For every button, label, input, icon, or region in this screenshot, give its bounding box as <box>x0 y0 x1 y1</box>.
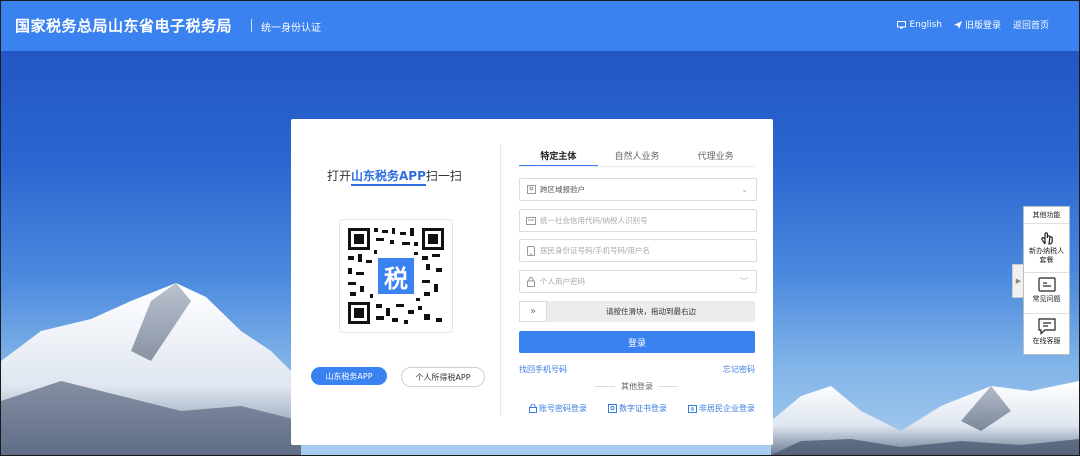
login-button[interactable]: 登录 <box>519 331 755 353</box>
tax-id-input[interactable]: 统一社会信用代码/纳税人识别号 <box>519 209 757 232</box>
english-link[interactable]: English <box>897 20 942 30</box>
header-links: English 旧版登录 返回首页 <box>897 18 1049 31</box>
chevron-down-icon: ⌄ <box>741 185 748 194</box>
qr-code: 税 <box>339 219 453 333</box>
faq-icon <box>1037 277 1056 292</box>
scan-suffix: 扫一扫 <box>425 169 462 183</box>
monitor-icon <box>897 20 907 28</box>
scan-brand: 山东税务APP <box>351 169 426 186</box>
top-header: 国家税务总局山东省电子税务局 统一身份认证 English 旧版登录 返回首页 <box>1 1 1079 51</box>
site-title: 国家税务总局山东省电子税务局 <box>15 17 233 35</box>
qr-center-logo-char: 税 <box>384 264 408 293</box>
login-card: 打开山东税务APP扫一扫 税 山东税务APP 个人所得税APP 特定主体 自然人… <box>291 119 773 445</box>
region-select[interactable]: 跨区域报验户 ⌄ <box>519 178 757 201</box>
card-divider <box>500 145 501 415</box>
side-panel: 其他功能 新办纳税人套餐 常见问题 在线客服 <box>1023 206 1070 355</box>
english-link-label: English <box>909 19 942 30</box>
password-placeholder: 个人用户密码 <box>540 277 585 286</box>
slider-handle[interactable]: » <box>519 301 547 322</box>
side-item-faq-label: 常见问题 <box>1032 295 1061 303</box>
side-item-chat-label: 在线客服 <box>1032 337 1061 345</box>
card-icon <box>526 216 536 226</box>
id-input[interactable]: 居民身份证号码/手机号码/用户名 <box>519 239 757 262</box>
other-login-label: 其他登录 <box>621 382 653 391</box>
region-select-value: 跨区域报验户 <box>540 185 585 194</box>
side-item-new-taxpayer[interactable]: 新办纳税人套餐 <box>1024 224 1069 273</box>
other-divider-left <box>595 386 615 387</box>
account-login-label: 账号密码登录 <box>539 404 587 413</box>
scan-prefix: 打开 <box>327 169 352 183</box>
side-panel-title: 其他功能 <box>1024 207 1069 224</box>
iit-app-button[interactable]: 个人所得税APP <box>401 367 485 387</box>
app-switch: 山东税务APP 个人所得税APP <box>311 367 485 387</box>
send-icon <box>953 20 962 29</box>
id-placeholder: 居民身份证号码/手机号码/用户名 <box>540 246 651 255</box>
tab-special-entity[interactable]: 特定主体 <box>519 147 598 167</box>
certificate-icon <box>608 404 617 413</box>
title-divider <box>251 19 252 32</box>
side-item-faq[interactable]: 常见问题 <box>1024 273 1069 314</box>
lock-icon <box>526 276 536 287</box>
password-input[interactable]: 个人用户密码 ︶ <box>519 270 757 293</box>
hand-pointer-icon <box>1040 232 1053 245</box>
scan-instruction: 打开山东税务APP扫一扫 <box>327 167 462 186</box>
building-icon <box>688 405 697 413</box>
lock-icon <box>529 404 537 413</box>
old-login-link[interactable]: 旧版登录 <box>953 18 1001 31</box>
login-tabs: 特定主体 自然人业务 代理业务 <box>519 147 755 167</box>
home-link-label: 返回首页 <box>1012 21 1049 31</box>
side-item-chat[interactable]: 在线客服 <box>1024 314 1069 354</box>
certificate-login-link[interactable]: 数字证书登录 <box>608 403 667 414</box>
alt-logins: 账号密码登录 数字证书登录 非居民企业登录 <box>529 403 755 414</box>
user-icon <box>526 185 536 195</box>
forgot-password-link[interactable]: 忘记密码 <box>723 364 755 375</box>
tab-natural-person[interactable]: 自然人业务 <box>598 147 677 167</box>
side-item-new-taxpayer-label: 新办纳税人套餐 <box>1029 247 1064 264</box>
home-link[interactable]: 返回首页 <box>1013 18 1049 31</box>
nonresident-login-link[interactable]: 非居民企业登录 <box>688 403 755 414</box>
other-divider-right <box>658 386 678 387</box>
slider-text: 请按住滑块，拖动到最右边 <box>606 307 696 316</box>
tab-agent[interactable]: 代理业务 <box>676 147 755 167</box>
certificate-login-label: 数字证书登录 <box>619 404 667 413</box>
tax-id-placeholder: 统一社会信用代码/纳税人识别号 <box>540 216 648 225</box>
shandong-app-button[interactable]: 山东税务APP <box>311 367 387 385</box>
chat-icon <box>1037 318 1056 335</box>
eye-closed-icon[interactable]: ︶ <box>740 276 748 287</box>
site-subtitle: 统一身份认证 <box>261 23 321 34</box>
phone-icon <box>526 245 536 256</box>
nonresident-login-label: 非居民企业登录 <box>699 404 755 413</box>
old-login-link-label: 旧版登录 <box>964 21 1001 31</box>
page-frame: 国家税务总局山东省电子税务局 统一身份认证 English 旧版登录 返回首页 … <box>0 0 1080 456</box>
captcha-slider: » 请按住滑块，拖动到最右边 <box>519 301 755 322</box>
forgot-phone-link[interactable]: 找回手机号码 <box>519 364 567 375</box>
account-login-link[interactable]: 账号密码登录 <box>529 403 587 414</box>
tabs-underline <box>519 166 755 167</box>
